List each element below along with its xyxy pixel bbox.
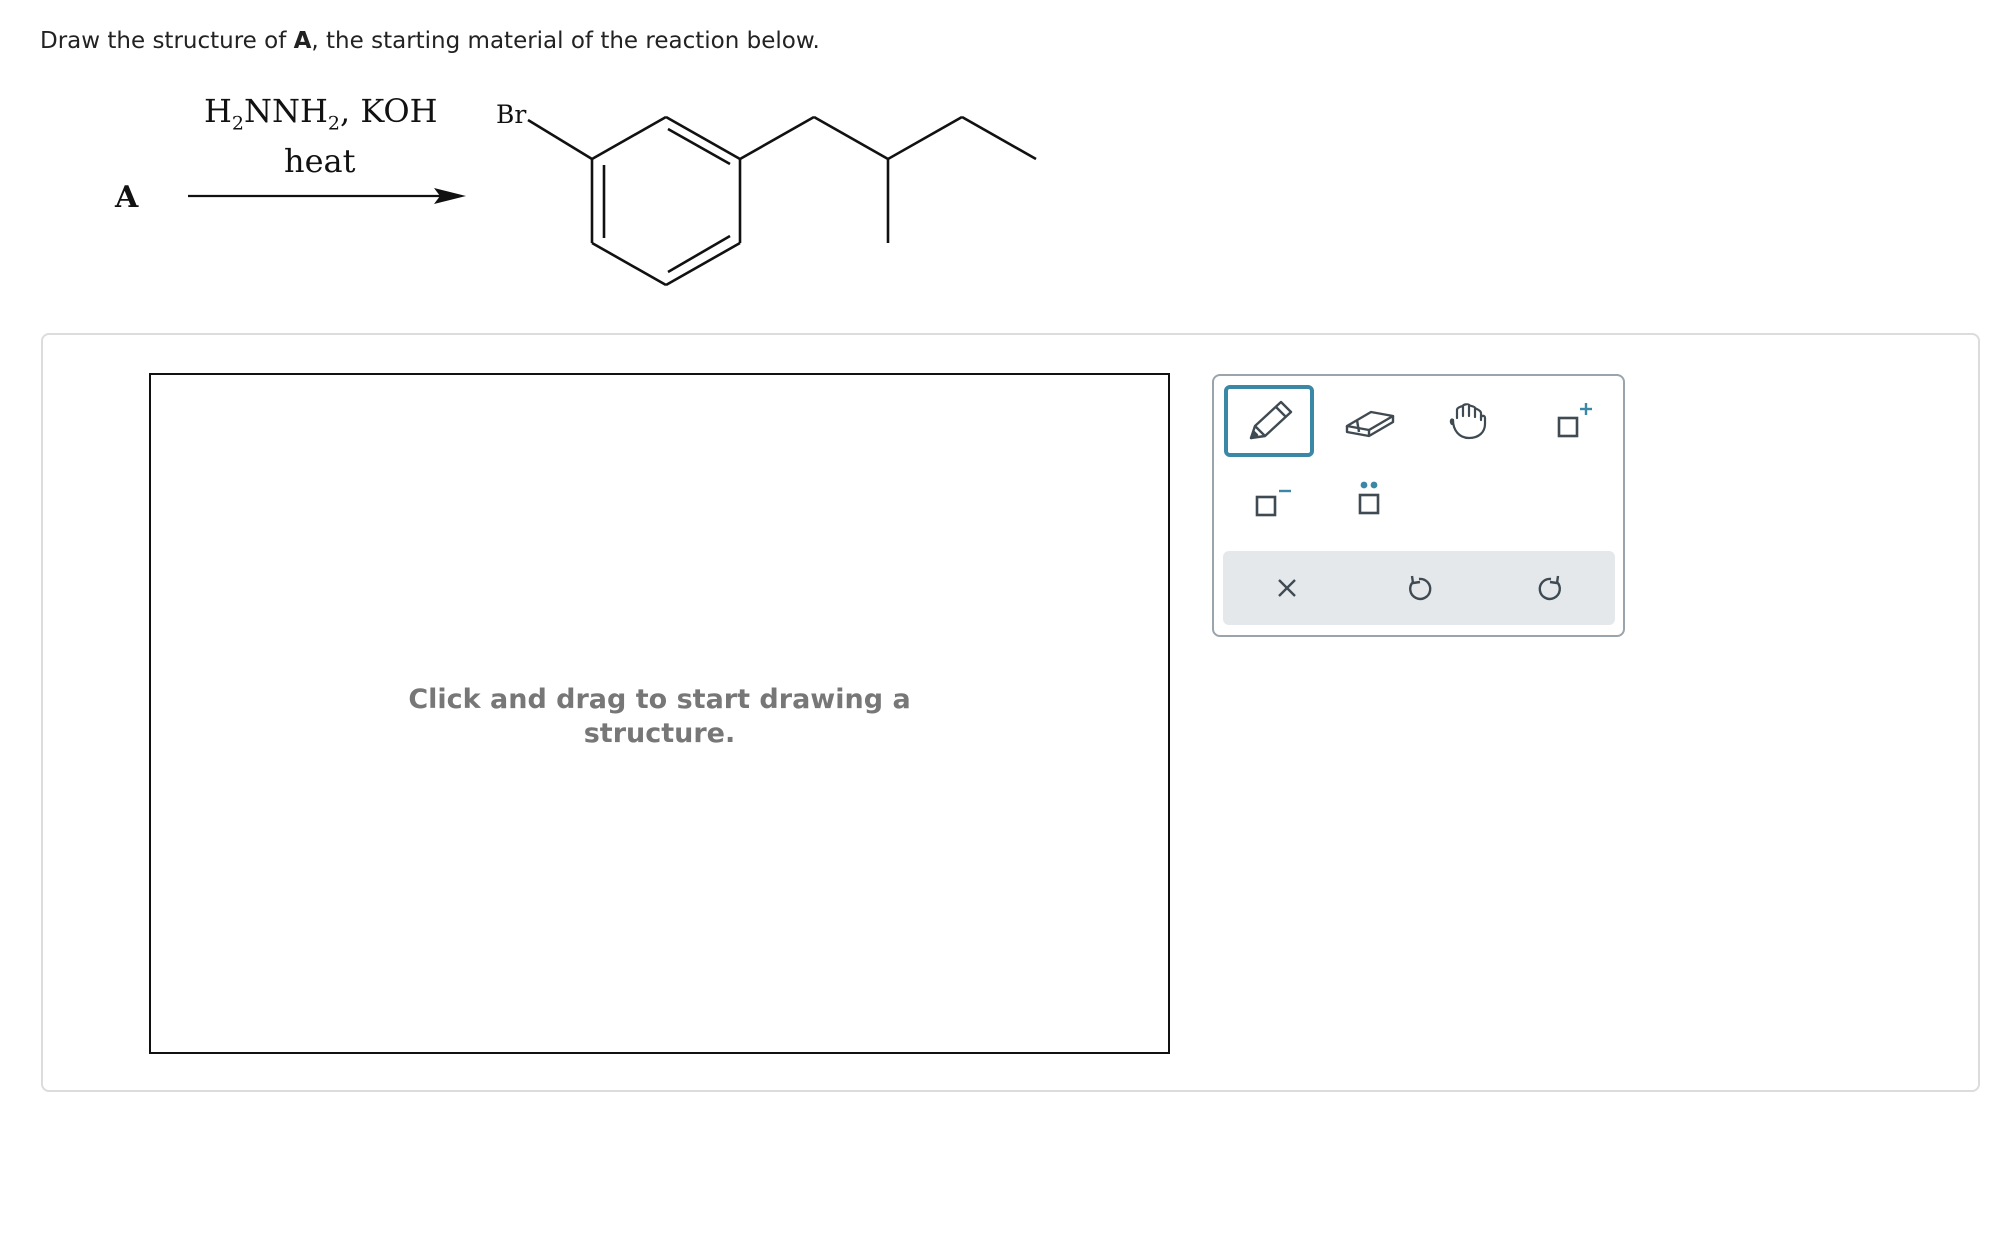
product-structure — [188, 115, 1037, 287]
lone-pair-button[interactable] — [1324, 464, 1414, 536]
lone-pair-icon — [1358, 481, 1380, 515]
reaction-scheme: H2NNH2, KOH heat A Br — [0, 0, 1100, 310]
pencil-tool-button[interactable] — [1224, 385, 1314, 457]
drawing-toolbar — [1212, 374, 1625, 637]
drawing-canvas[interactable]: Click and drag to start drawing a struct… — [149, 373, 1170, 1054]
undo-button[interactable] — [1379, 551, 1459, 625]
clear-icon — [1278, 579, 1296, 597]
pencil-icon — [1249, 400, 1293, 440]
redo-button[interactable] — [1511, 551, 1591, 625]
canvas-hint-line-1: Click and drag to start drawing a — [408, 684, 911, 715]
remove-charge-icon — [1255, 489, 1291, 517]
actions-bar — [1223, 551, 1615, 625]
add-charge-button[interactable] — [1526, 385, 1616, 457]
reaction-arrow — [188, 188, 466, 204]
hand-icon — [1449, 403, 1487, 440]
add-charge-icon — [1557, 403, 1592, 438]
undo-icon — [1409, 575, 1432, 601]
canvas-hint: Click and drag to start drawing a struct… — [151, 683, 1168, 751]
clear-button[interactable] — [1247, 551, 1327, 625]
pan-tool-button[interactable] — [1426, 385, 1516, 457]
canvas-hint-line-2: structure. — [583, 718, 736, 749]
remove-charge-button[interactable] — [1224, 464, 1314, 536]
benzene-ring — [590, 115, 742, 287]
redo-icon — [1538, 575, 1561, 601]
eraser-icon — [1345, 410, 1395, 438]
eraser-tool-button[interactable] — [1324, 385, 1414, 457]
